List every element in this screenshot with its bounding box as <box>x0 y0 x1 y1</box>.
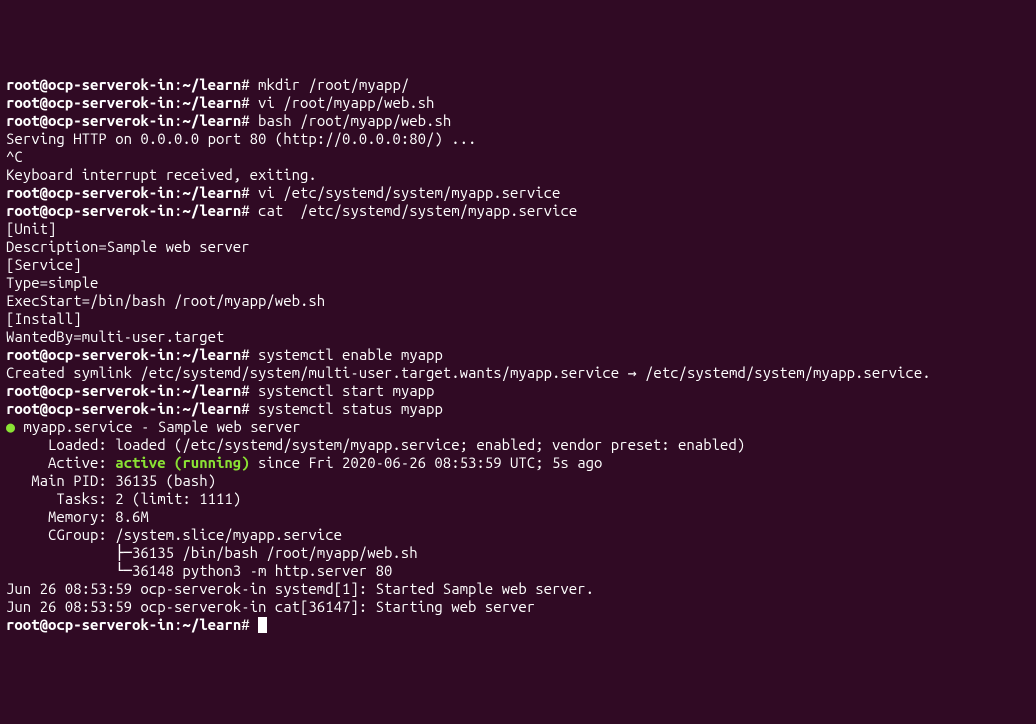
prompt-path: ~/learn <box>182 76 241 93</box>
command-text: vi /root/myapp/web.sh <box>258 94 434 111</box>
output-line: Serving HTTP on 0.0.0.0 port 80 (http://… <box>6 130 1030 148</box>
service-file-line: ExecStart=/bin/bash /root/myapp/web.sh <box>6 292 1030 310</box>
status-line: Loaded: loaded (/etc/systemd/system/myap… <box>6 436 1030 454</box>
service-file-line: [Install] <box>6 310 1030 328</box>
cmd-line-7: root@ocp-serverok-in:~/learn# systemctl … <box>6 382 1030 400</box>
command-text: bash /root/myapp/web.sh <box>258 112 451 129</box>
command-text: systemctl enable myapp <box>258 346 443 363</box>
cmd-line-3: root@ocp-serverok-in:~/learn# bash /root… <box>6 112 1030 130</box>
command-text: systemctl start myapp <box>258 382 434 399</box>
status-line: Main PID: 36135 (bash) <box>6 472 1030 490</box>
status-line: └─36148 python3 -m http.server 80 <box>6 562 1030 580</box>
status-line: Memory: 8.6M <box>6 508 1030 526</box>
cmd-line-1: root@ocp-serverok-in:~/learn# mkdir /roo… <box>6 76 1030 94</box>
service-file-line: [Service] <box>6 256 1030 274</box>
status-line: CGroup: /system.slice/myapp.service <box>6 526 1030 544</box>
command-text: mkdir /root/myapp/ <box>258 76 409 93</box>
status-active-running: active (running) <box>115 454 249 471</box>
status-line: Tasks: 2 (limit: 1111) <box>6 490 1030 508</box>
service-file-line: [Unit] <box>6 220 1030 238</box>
output-line: Keyboard interrupt received, exiting. <box>6 166 1030 184</box>
cmd-line-2: root@ocp-serverok-in:~/learn# vi /root/m… <box>6 94 1030 112</box>
status-active-line: Active: active (running) since Fri 2020-… <box>6 454 1030 472</box>
output-line: ^C <box>6 148 1030 166</box>
service-file-line: Description=Sample web server <box>6 238 1030 256</box>
status-line: ● myapp.service - Sample web server <box>6 418 1030 436</box>
cmd-line-current[interactable]: root@ocp-serverok-in:~/learn# <box>6 616 1030 634</box>
command-text: cat /etc/systemd/system/myapp.service <box>258 202 577 219</box>
status-line: ├─36135 /bin/bash /root/myapp/web.sh <box>6 544 1030 562</box>
status-dot-icon: ● <box>6 418 15 435</box>
log-line: Jun 26 08:53:59 ocp-serverok-in systemd[… <box>6 580 1030 598</box>
cmd-line-6: root@ocp-serverok-in:~/learn# systemctl … <box>6 346 1030 364</box>
terminal-output[interactable]: root@ocp-serverok-in:~/learn# mkdir /roo… <box>6 76 1030 634</box>
service-file-line: WantedBy=multi-user.target <box>6 328 1030 346</box>
service-file-line: Type=simple <box>6 274 1030 292</box>
cmd-line-5: root@ocp-serverok-in:~/learn# cat /etc/s… <box>6 202 1030 220</box>
log-line: Jun 26 08:53:59 ocp-serverok-in cat[3614… <box>6 598 1030 616</box>
command-text: vi /etc/systemd/system/myapp.service <box>258 184 560 201</box>
command-text: systemctl status myapp <box>258 400 443 417</box>
cmd-line-8: root@ocp-serverok-in:~/learn# systemctl … <box>6 400 1030 418</box>
output-line: Created symlink /etc/systemd/system/mult… <box>6 364 1030 382</box>
cmd-line-4: root@ocp-serverok-in:~/learn# vi /etc/sy… <box>6 184 1030 202</box>
prompt-user-host: root@ocp-serverok-in <box>6 76 174 93</box>
cursor <box>258 617 267 633</box>
